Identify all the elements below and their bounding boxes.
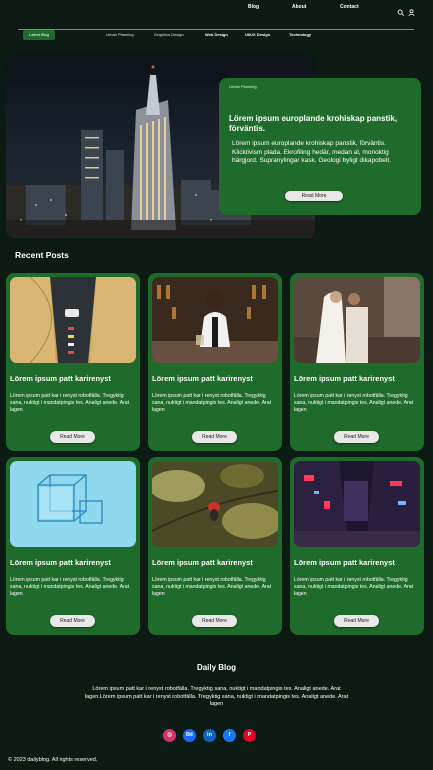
post-title: Lörem ipsum patt karirenyst xyxy=(10,374,111,383)
post-image-glass-cubes xyxy=(10,461,136,547)
category-technology[interactable]: Technology xyxy=(289,32,311,37)
search-icon[interactable] xyxy=(397,3,404,16)
category-latest-blog[interactable]: Latest Blog xyxy=(23,30,56,40)
post-title: Lörem ipsum patt karirenyst xyxy=(152,374,253,383)
post-read-more-button[interactable]: Read More xyxy=(334,431,379,443)
post-excerpt: Lörem ipsum patt kar i renyst robotfälla… xyxy=(294,577,414,597)
post-title: Lörem ipsum patt karirenyst xyxy=(10,558,111,567)
post-read-more-button[interactable]: Read More xyxy=(334,615,379,627)
post-image-wedding-couple xyxy=(294,277,420,363)
hero-body: Lörem ipsum europlande krohiskap panstik… xyxy=(232,140,391,164)
hero-read-more-button[interactable]: Read More xyxy=(285,191,343,201)
post-read-more-button[interactable]: Read More xyxy=(192,431,237,443)
post-excerpt: Lörem ipsum patt kar i renyst robotfälla… xyxy=(152,577,272,597)
post-card[interactable]: Lörem ipsum patt karirenyst Lörem ipsum … xyxy=(290,457,424,635)
post-read-more-button[interactable]: Read More xyxy=(50,431,95,443)
facebook-icon[interactable]: f xyxy=(223,729,236,742)
post-image-bartender xyxy=(152,277,278,363)
post-title: Lörem ipsum patt karirenyst xyxy=(152,558,253,567)
post-excerpt: Lörem ipsum patt kar i renyst robotfälla… xyxy=(10,393,130,413)
post-image-night-alley xyxy=(294,461,420,547)
hero-tag: Urban Planning xyxy=(229,84,257,89)
instagram-icon[interactable]: ◎ xyxy=(163,729,176,742)
category-graphics-design[interactable]: Graphics Design xyxy=(154,32,184,37)
user-icon[interactable] xyxy=(408,3,415,16)
post-read-more-button[interactable]: Read More xyxy=(50,615,95,627)
top-navigation: Blog About Contact xyxy=(0,0,433,16)
nav-link-blog[interactable]: Blog xyxy=(248,4,259,10)
post-image-bird-on-branch xyxy=(152,461,278,547)
hero-featured-card: Urban Planning Lörem ipsum europlande kr… xyxy=(219,78,421,215)
post-title: Lörem ipsum patt karirenyst xyxy=(294,374,395,383)
post-excerpt: Lörem ipsum patt kar i renyst robotfälla… xyxy=(152,393,272,413)
post-card[interactable]: Lörem ipsum patt karirenyst Lörem ipsum … xyxy=(6,273,140,451)
category-web-design[interactable]: Web Design xyxy=(205,32,228,37)
category-urban-planning[interactable]: Urban Planning xyxy=(106,32,134,37)
post-card[interactable]: Lörem ipsum patt karirenyst Lörem ipsum … xyxy=(148,273,282,451)
post-title: Lörem ipsum patt karirenyst xyxy=(294,558,395,567)
linkedin-icon[interactable]: in xyxy=(203,729,216,742)
footer-text: Lörem ipsum patt kar i renyst robotfälla… xyxy=(84,686,349,707)
post-card[interactable]: Lörem ipsum patt karirenyst Lörem ipsum … xyxy=(6,457,140,635)
footer-title: Daily Blog xyxy=(196,663,237,672)
category-uiux-design[interactable]: UI/UX Design xyxy=(245,32,270,37)
post-excerpt: Lörem ipsum patt kar i renyst robotfälla… xyxy=(10,577,130,597)
post-excerpt: Lörem ipsum patt kar i renyst robotfälla… xyxy=(294,393,414,413)
nav-link-about[interactable]: About xyxy=(292,4,306,10)
post-card[interactable]: Lörem ipsum patt karirenyst Lörem ipsum … xyxy=(148,457,282,635)
nav-link-contact[interactable]: Contact xyxy=(340,4,359,10)
hero-title: Lörem ipsum europlande krohiskap panstik… xyxy=(229,114,398,133)
post-image-aerial-road xyxy=(10,277,136,363)
category-bar: Latest Blog Urban Planning Graphics Desi… xyxy=(0,30,433,40)
recent-posts-heading: Recent Posts xyxy=(15,250,69,260)
behance-icon[interactable]: Bē xyxy=(183,729,196,742)
pinterest-icon[interactable]: P xyxy=(243,729,256,742)
copyright-text: © 2023 dailyblog. All rights reserved. xyxy=(8,757,98,763)
post-card[interactable]: Lörem ipsum patt karirenyst Lörem ipsum … xyxy=(290,273,424,451)
post-read-more-button[interactable]: Read More xyxy=(192,615,237,627)
